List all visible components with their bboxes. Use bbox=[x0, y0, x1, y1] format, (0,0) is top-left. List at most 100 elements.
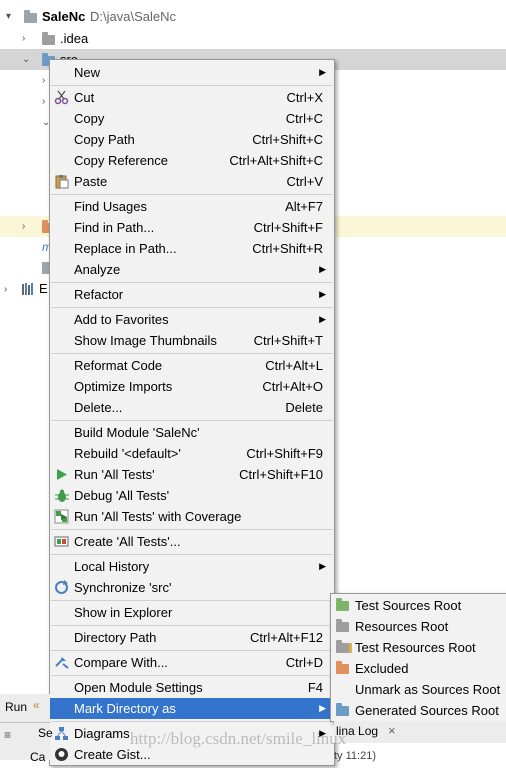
menu-item-shortcut: Ctrl+D bbox=[285, 655, 323, 670]
menu-item-build-module[interactable]: Build Module 'SaleNc' bbox=[50, 422, 334, 443]
menu-item-label: Reformat Code bbox=[74, 358, 163, 373]
divider bbox=[0, 722, 50, 723]
close-icon[interactable]: × bbox=[388, 723, 396, 738]
menu-item-analyze[interactable]: Analyze ▶ bbox=[50, 259, 334, 280]
menu-item-shortcut: Ctrl+Shift+F9 bbox=[246, 446, 323, 461]
submenu-item-label: Generated Sources Root bbox=[355, 703, 499, 718]
submenu-arrow-icon: ▶ bbox=[319, 703, 326, 713]
menu-item-optimize-imports[interactable]: Optimize Imports Ctrl+Alt+O bbox=[50, 376, 334, 397]
menu-item-shortcut: Ctrl+Shift+F bbox=[253, 220, 323, 235]
menu-item-add-to-favorites[interactable]: Add to Favorites ▶ bbox=[50, 309, 334, 330]
menu-item-label: Create 'All Tests'... bbox=[74, 534, 181, 549]
log-tab-strip: lina Log × bbox=[334, 721, 506, 743]
watermark: http://blog.csdn.net/smile_linux bbox=[130, 729, 347, 748]
menu-item-shortcut: Ctrl+Shift+T bbox=[253, 333, 323, 348]
menu-separator bbox=[51, 529, 333, 530]
tree-row-project-root[interactable]: ▾ SaleNc D:\java\SaleNc bbox=[0, 6, 506, 27]
menu-item-shortcut: Ctrl+X bbox=[286, 90, 323, 105]
menu-item-label: Copy Reference bbox=[74, 153, 168, 168]
resources-folder-icon bbox=[336, 619, 349, 632]
menu-item-copy-reference[interactable]: Copy Reference Ctrl+Alt+Shift+C bbox=[50, 150, 334, 171]
menu-item-label: Directory Path bbox=[74, 630, 157, 645]
menu-item-find-in-path[interactable]: Find in Path... Ctrl+Shift+F bbox=[50, 217, 334, 238]
menu-item-label: Analyze bbox=[74, 262, 121, 277]
menu-separator bbox=[51, 600, 333, 601]
submenu-item-label: Unmark as Sources Root bbox=[355, 682, 501, 697]
menu-item-label: Find Usages bbox=[74, 199, 147, 214]
menu-item-copy-path[interactable]: Copy Path Ctrl+Shift+C bbox=[50, 129, 334, 150]
menu-separator bbox=[51, 194, 333, 195]
compare-icon bbox=[54, 655, 69, 670]
menu-item-delete[interactable]: Delete... Delete bbox=[50, 397, 334, 418]
menu-item-shortcut: Ctrl+Alt+Shift+C bbox=[229, 153, 323, 168]
clipboard-icon bbox=[54, 174, 69, 189]
menu-item-shortcut: Alt+F7 bbox=[285, 199, 323, 214]
tree-row-idea[interactable]: › .idea bbox=[0, 28, 506, 49]
submenu-item-test-resources-root[interactable]: Test Resources Root bbox=[331, 637, 506, 658]
menu-item-shortcut: Ctrl+Shift+R bbox=[252, 241, 323, 256]
submenu-item-excluded[interactable]: Excluded bbox=[331, 658, 506, 679]
menu-item-debug-all-tests[interactable]: Debug 'All Tests' bbox=[50, 485, 334, 506]
submenu-item-generated-sources-root[interactable]: Generated Sources Root bbox=[331, 700, 506, 721]
chevron-right-icon[interactable]: › bbox=[4, 284, 7, 295]
chevron-right-icon[interactable]: › bbox=[42, 96, 45, 107]
menu-item-shortcut: Ctrl+Alt+L bbox=[265, 358, 323, 373]
menu-item-local-history[interactable]: Local History ▶ bbox=[50, 556, 334, 577]
submenu-item-label: Excluded bbox=[355, 661, 409, 676]
collapse-icon[interactable]: ≡ bbox=[4, 728, 11, 742]
libraries-icon bbox=[22, 283, 36, 295]
menu-item-shortcut: Ctrl+C bbox=[285, 111, 323, 126]
menu-item-rebuild[interactable]: Rebuild '<default>' Ctrl+Shift+F9 bbox=[50, 443, 334, 464]
file-icon bbox=[42, 262, 49, 274]
create-config-icon bbox=[54, 534, 69, 549]
menu-item-mark-directory-as[interactable]: Mark Directory as ▶ bbox=[50, 698, 334, 719]
menu-item-find-usages[interactable]: Find Usages Alt+F7 bbox=[50, 196, 334, 217]
menu-item-new[interactable]: New ▶ bbox=[50, 62, 334, 83]
menu-item-label: Find in Path... bbox=[74, 220, 155, 235]
menu-item-label: Refactor bbox=[74, 287, 124, 302]
server-tab[interactable]: Se bbox=[38, 726, 53, 740]
chevron-right-icon[interactable]: › bbox=[22, 28, 25, 49]
submenu-item-test-sources-root[interactable]: Test Sources Root bbox=[331, 595, 506, 616]
menu-item-compare-with[interactable]: Compare With... Ctrl+D bbox=[50, 652, 334, 673]
menu-item-refactor[interactable]: Refactor ▶ bbox=[50, 284, 334, 305]
collapse-icon[interactable]: « bbox=[33, 698, 40, 712]
menu-item-run-all-tests[interactable]: Run 'All Tests' Ctrl+Shift+F10 bbox=[50, 464, 334, 485]
menu-item-label: Copy bbox=[74, 111, 105, 126]
submenu-item-unmark-sources-root[interactable]: Unmark as Sources Root bbox=[331, 679, 506, 700]
menu-separator bbox=[51, 554, 333, 555]
menu-item-replace-in-path[interactable]: Replace in Path... Ctrl+Shift+R bbox=[50, 238, 334, 259]
chevron-down-icon[interactable]: ⌄ bbox=[22, 49, 30, 70]
menu-item-label: Add to Favorites bbox=[74, 312, 169, 327]
run-icon bbox=[54, 467, 69, 482]
menu-separator bbox=[51, 282, 333, 283]
menu-item-synchronize[interactable]: Synchronize 'src' bbox=[50, 577, 334, 598]
chevron-down-icon[interactable]: ▾ bbox=[6, 6, 11, 27]
submenu-item-label: Test Sources Root bbox=[355, 598, 462, 613]
menu-item-label: Delete... bbox=[74, 400, 123, 415]
menu-item-copy[interactable]: Copy Ctrl+C bbox=[50, 108, 334, 129]
menu-item-reformat-code[interactable]: Reformat Code Ctrl+Alt+L bbox=[50, 355, 334, 376]
menu-item-open-module-settings[interactable]: Open Module Settings F4 bbox=[50, 677, 334, 698]
scissors-icon bbox=[54, 90, 69, 105]
project-name: SaleNc bbox=[42, 9, 86, 24]
menu-separator bbox=[51, 85, 333, 86]
menu-item-show-in-explorer[interactable]: Show in Explorer bbox=[50, 602, 334, 623]
menu-item-cut[interactable]: Cut Ctrl+X bbox=[50, 87, 334, 108]
submenu-item-resources-root[interactable]: Resources Root bbox=[331, 616, 506, 637]
menu-item-paste[interactable]: Paste Ctrl+V bbox=[50, 171, 334, 192]
menu-item-directory-path[interactable]: Directory Path Ctrl+Alt+F12 bbox=[50, 627, 334, 648]
menu-item-show-image-thumbnails[interactable]: Show Image Thumbnails Ctrl+Shift+T bbox=[50, 330, 334, 351]
chevron-right-icon[interactable]: › bbox=[22, 221, 25, 232]
menu-item-shortcut: F4 bbox=[307, 680, 323, 695]
menu-separator bbox=[51, 307, 333, 308]
status-text: Ca bbox=[30, 750, 46, 764]
menu-item-create-all-tests[interactable]: Create 'All Tests'... bbox=[50, 531, 334, 552]
run-tab[interactable]: Run bbox=[5, 700, 27, 714]
menu-item-shortcut: Delete bbox=[285, 400, 323, 415]
menu-item-label: Optimize Imports bbox=[74, 379, 173, 394]
menu-item-run-with-coverage[interactable]: Run 'All Tests' with Coverage bbox=[50, 506, 334, 527]
chevron-right-icon[interactable]: › bbox=[42, 75, 45, 86]
excluded-folder-icon bbox=[336, 661, 349, 674]
submenu-arrow-icon: ▶ bbox=[319, 289, 326, 299]
